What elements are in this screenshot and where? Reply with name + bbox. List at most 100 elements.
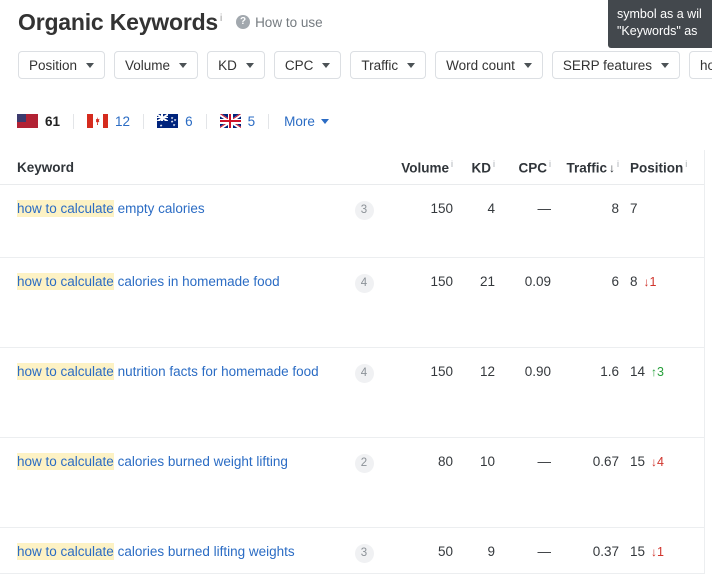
position-delta-value: 3 xyxy=(657,365,664,379)
more-countries-link[interactable]: More xyxy=(284,114,329,129)
keyword-cell: how to calculate calories burned weight … xyxy=(0,438,340,471)
country-count: 5 xyxy=(247,113,256,129)
country-filter-us[interactable]: 61 xyxy=(17,114,60,129)
page-title: Organic Keywords i xyxy=(18,8,222,35)
country-filter-ca[interactable]: 12 xyxy=(87,114,130,129)
filter-chip-label: how to c xyxy=(699,57,712,73)
sort-descending-icon[interactable]: ↓ xyxy=(609,161,615,175)
country-filter-gb[interactable]: 5 xyxy=(219,113,256,129)
keyword-link[interactable]: how to calculate calories burned lifting… xyxy=(17,543,295,560)
serp-features-badge: 2 xyxy=(354,454,374,474)
position-info-icon[interactable]: i xyxy=(685,159,687,169)
cpc-cell: 0.90 xyxy=(524,364,551,379)
keyword-rest: nutrition facts for homemade food xyxy=(113,364,319,379)
filter-chip-label: KD xyxy=(218,57,237,73)
keyword-link[interactable]: how to calculate calories burned weight … xyxy=(17,453,288,470)
column-header-volume[interactable]: Volume i xyxy=(388,159,453,176)
keyword-link[interactable]: how to calculate nutrition facts for hom… xyxy=(17,363,319,380)
keyword-highlight: how to calculate xyxy=(17,273,114,290)
table-row[interactable]: how to calculate calories burned weight … xyxy=(0,438,704,528)
traffic-cell: 1.6 xyxy=(600,364,619,379)
flag-icon-gb xyxy=(219,114,241,128)
flag-icon-us xyxy=(17,114,38,128)
serp-features-cell[interactable]: 4 xyxy=(340,348,388,384)
filter-chip-kd[interactable]: KD xyxy=(207,51,265,79)
table-row[interactable]: how to calculate nutrition facts for hom… xyxy=(0,348,704,438)
how-to-use-label: How to use xyxy=(255,14,323,30)
column-header-keyword[interactable]: Keyword xyxy=(0,160,340,175)
column-header-kd-label: KD xyxy=(471,160,492,176)
filter-chip-word-count[interactable]: Word count xyxy=(435,51,543,79)
position-delta-value: 1 xyxy=(649,275,657,289)
column-header-traffic[interactable]: Traffic ↓ i xyxy=(551,159,619,176)
page-title-text: Organic Keywords xyxy=(18,8,219,35)
position-value: 15 xyxy=(630,454,646,469)
cpc-cell: — xyxy=(537,454,552,469)
keyword-link[interactable]: how to calculate calories in homemade fo… xyxy=(17,273,280,290)
table-row[interactable]: how to calculate empty calories 3 150 4 — 8 7 xyxy=(0,185,704,258)
filter-chip-cpc[interactable]: CPC xyxy=(273,51,342,79)
filter-chip-serp-features[interactable]: SERP features xyxy=(551,51,680,79)
tooltip-line-1: symbol as a wil xyxy=(617,7,702,21)
position-value: 14 xyxy=(630,364,646,379)
table-body: how to calculate empty calories 3 150 4—8 7 h… xyxy=(0,185,704,574)
keyword-cell: how to calculate empty calories xyxy=(0,185,340,218)
flag-icon-ca xyxy=(87,114,109,128)
filter-chip-volume[interactable]: Volume xyxy=(114,51,199,79)
country-count: 61 xyxy=(45,113,61,129)
filter-chip-label: Position xyxy=(29,57,78,73)
position-delta-value: 1 xyxy=(657,545,664,559)
keywords-table: Keyword Volume i KD i CPC i Traffic ↓ i Posit… xyxy=(0,150,705,574)
cpc-cell: — xyxy=(537,201,552,216)
column-header-kd[interactable]: KD i xyxy=(453,159,496,176)
column-header-position-label: Position xyxy=(630,160,684,176)
filter-chip-label: CPC xyxy=(284,57,314,73)
serp-features-cell[interactable]: 4 xyxy=(340,258,388,294)
kd-cell: 21 xyxy=(479,274,495,289)
position-delta-down: ↓1 xyxy=(651,545,664,559)
chevron-down-icon xyxy=(320,118,329,124)
position-cell: 8 ↓1 xyxy=(619,258,697,289)
country-filter-bar: 61 12 6 5 More xyxy=(0,106,712,136)
column-header-position[interactable]: Position i xyxy=(619,159,697,176)
traffic-cell: 0.67 xyxy=(592,454,619,469)
column-header-traffic-label: Traffic xyxy=(566,160,607,176)
serp-features-badge: 3 xyxy=(354,544,374,564)
serp-features-cell[interactable]: 2 xyxy=(340,438,388,474)
kd-cell: 12 xyxy=(479,364,495,379)
country-filter-au[interactable]: 6 xyxy=(157,114,193,129)
volume-cell: 50 xyxy=(437,544,453,559)
kd-cell: 10 xyxy=(479,454,495,469)
filter-chip-traffic[interactable]: Traffic xyxy=(350,51,427,79)
traffic-cell: 8 xyxy=(611,201,619,216)
column-header-cpc[interactable]: CPC i xyxy=(495,159,551,176)
more-countries-label: More xyxy=(284,113,315,129)
table-row[interactable]: how to calculate calories in homemade fo… xyxy=(0,258,704,348)
volume-cell: 150 xyxy=(430,201,453,216)
position-value: 15 xyxy=(630,544,646,559)
filter-chip-position[interactable]: Position xyxy=(18,51,106,79)
table-row[interactable]: how to calculate calories burned lifting… xyxy=(0,528,704,574)
page-title-info-icon[interactable]: i xyxy=(220,13,222,24)
position-cell: 14 ↑3 xyxy=(619,348,697,379)
position-delta-down: ↓1 xyxy=(644,275,657,289)
keyword-highlight: how to calculate xyxy=(17,363,114,380)
serp-features-cell[interactable]: 3 xyxy=(340,528,388,564)
position-delta-value: 4 xyxy=(657,455,664,469)
chevron-down-icon xyxy=(660,62,669,68)
chevron-down-icon xyxy=(322,62,331,68)
serp-features-cell[interactable]: 3 xyxy=(340,185,388,221)
keyword-link[interactable]: how to calculate empty calories xyxy=(17,200,205,217)
cpc-cell: 0.09 xyxy=(524,274,551,289)
filter-chip-label: Volume xyxy=(125,57,171,73)
position-value: 8 xyxy=(630,274,638,289)
country-divider xyxy=(205,113,207,129)
organic-keywords-panel: Organic Keywords i ? How to use symbol as… xyxy=(0,0,712,576)
position-delta-down: ↓4 xyxy=(651,455,664,469)
filter-chip-how-to-c[interactable]: how to c xyxy=(688,51,712,79)
kd-cell: 4 xyxy=(487,201,495,216)
chevron-down-icon xyxy=(86,62,95,68)
how-to-use-link[interactable]: ? How to use xyxy=(236,15,323,30)
keyword-rest: calories burned weight lifting xyxy=(113,454,288,469)
position-cell: 15 ↓4 xyxy=(619,438,697,469)
